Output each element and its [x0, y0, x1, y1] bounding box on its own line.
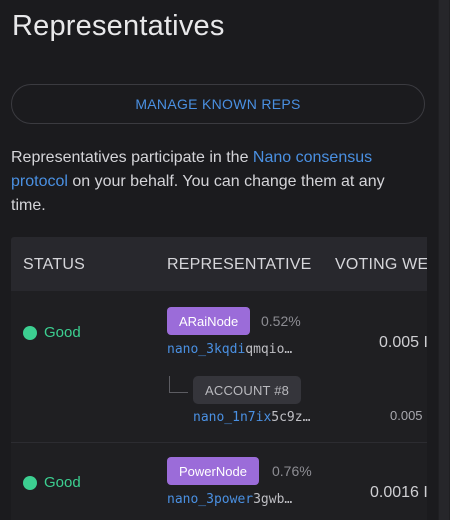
rep-alias-badge: ARaiNode [167, 307, 251, 335]
rep-address-prefix: nano_3kqdi [167, 342, 246, 357]
description-text-end: on your behalf. You can change them at a… [11, 173, 385, 214]
manage-known-reps-button[interactable]: MANAGE KNOWN REPS [11, 84, 425, 124]
status-dot-icon [23, 475, 37, 490]
representatives-table: STATUS REPRESENTATIVE VOTING WE Good ARa… [11, 237, 427, 520]
rep-percent: 0.76% [272, 463, 312, 479]
account-address[interactable]: nano_1n7ix5c9z… [193, 410, 310, 425]
account-address-rest: 5c9z… [271, 410, 311, 425]
header-status[interactable]: STATUS [23, 256, 85, 274]
header-voting-weight[interactable]: VOTING WE [335, 256, 427, 274]
rep-address[interactable]: nano_3power3gwb… [167, 492, 292, 507]
status-label: Good [44, 474, 81, 491]
status-label: Good [44, 324, 81, 341]
description-text: Representatives participate in the [11, 149, 253, 166]
status-good: Good [23, 324, 81, 341]
rep-address-prefix: nano_3power [167, 492, 254, 507]
scrollbar-thumb[interactable] [439, 0, 449, 520]
rep-voting-weight: 0.0016 I [370, 484, 427, 501]
rep-voting-weight: 0.005 I [379, 334, 427, 351]
rep-alias-badge: PowerNode [167, 457, 259, 485]
rep-address-rest: qmqio… [245, 342, 293, 357]
status-good: Good [23, 474, 81, 491]
account-badge: ACCOUNT #8 [193, 376, 302, 404]
rep-percent: 0.52% [261, 313, 301, 329]
header-representative[interactable]: REPRESENTATIVE [167, 256, 311, 274]
row-divider [11, 442, 427, 443]
rep-address[interactable]: nano_3kqdiqmqio… [167, 342, 292, 357]
account-address-prefix: nano_1n7ix [193, 410, 272, 425]
rep-address-rest: 3gwb… [253, 492, 293, 507]
table-header: STATUS REPRESENTATIVE VOTING WE [11, 237, 427, 291]
description: Representatives participate in the Nano … [11, 146, 406, 218]
page-title: Representatives [12, 10, 225, 42]
account-voting-weight: 0.005 [390, 408, 423, 423]
status-dot-icon [23, 325, 37, 340]
tree-connector-icon [169, 376, 188, 393]
